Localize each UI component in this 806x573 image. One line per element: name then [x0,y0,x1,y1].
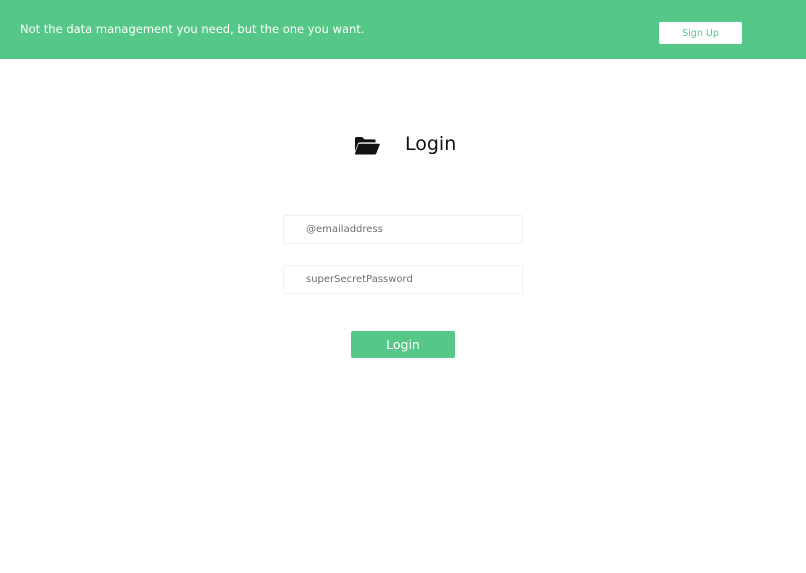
email-field[interactable] [283,215,523,244]
password-field[interactable] [283,265,523,294]
tagline: Not the data management you need, but th… [20,22,365,36]
login-button[interactable]: Login [351,331,455,358]
folder-open-icon [354,137,380,155]
sign-up-button[interactable]: Sign Up [659,22,742,44]
page-title: Login [405,133,457,155]
top-banner: Not the data management you need, but th… [0,0,806,59]
